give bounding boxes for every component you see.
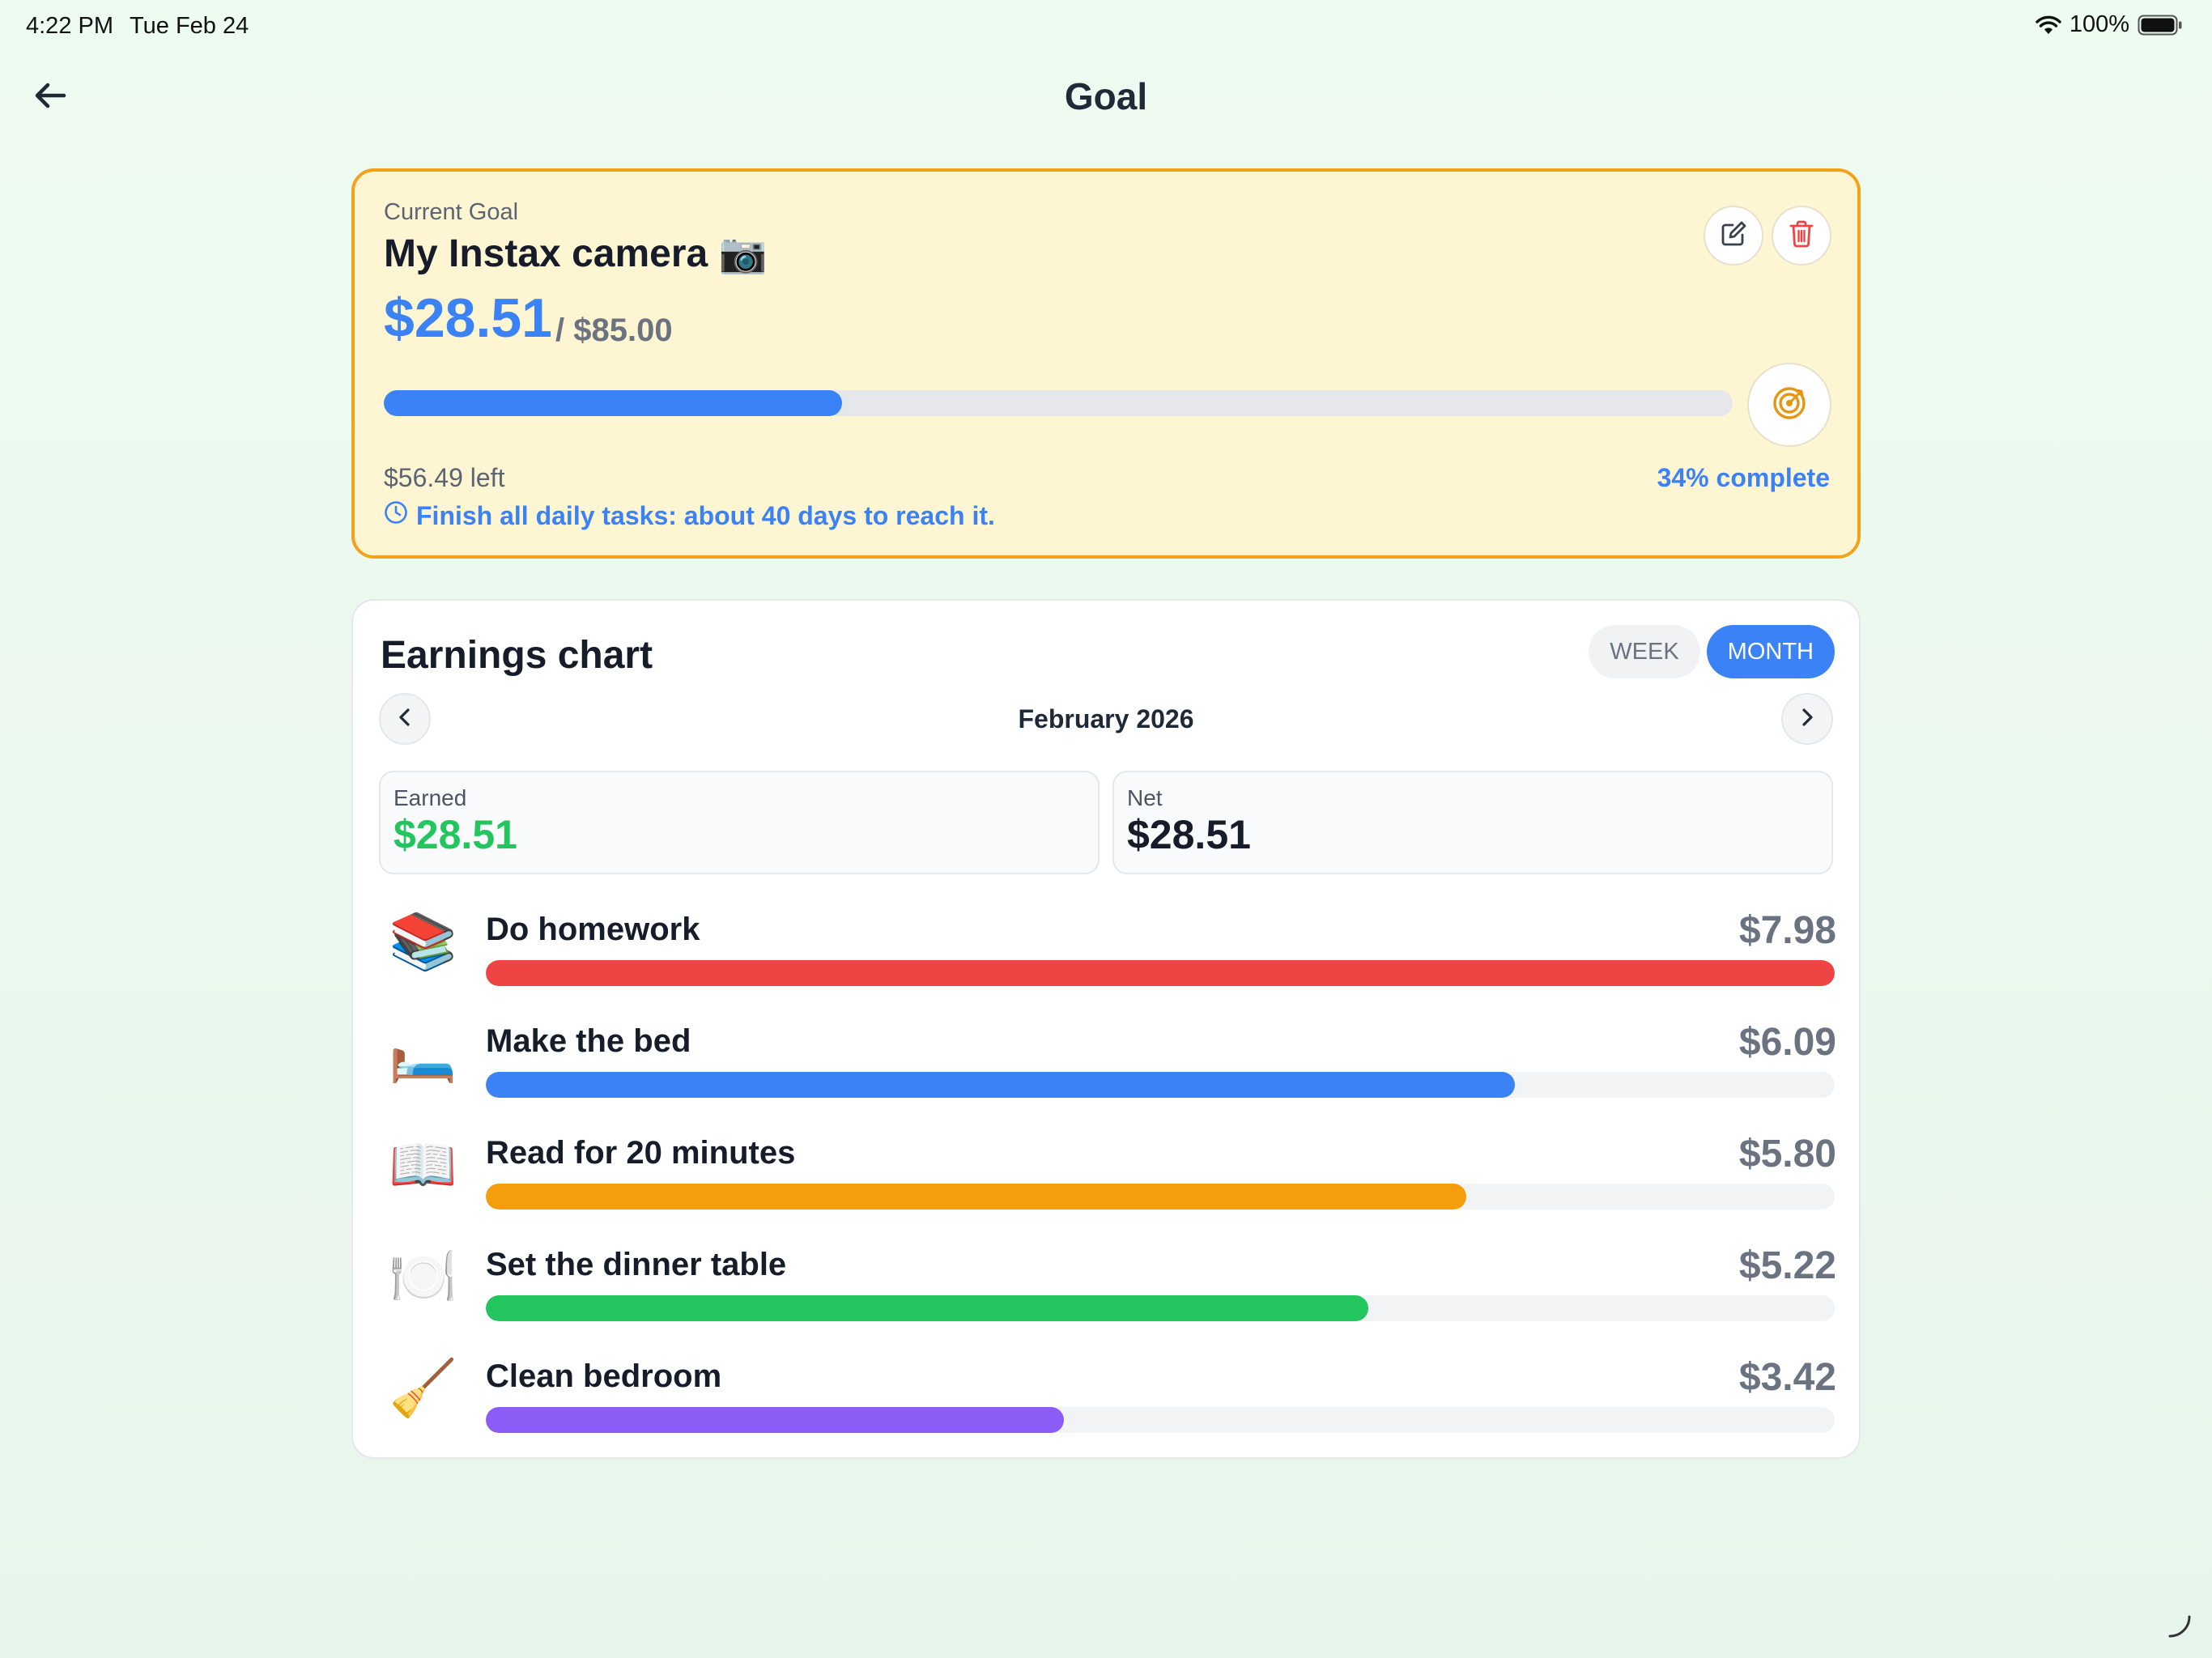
task-row-make-the-bed: 🛏️ Make the bed $6.09 — [379, 1005, 1836, 1103]
task-amount: $3.42 — [1738, 1356, 1836, 1399]
task-bar-fill — [486, 1072, 1516, 1098]
earned-label: Earned — [393, 785, 467, 810]
goal-estimate-text: Finish all daily tasks: about 40 days to… — [416, 500, 995, 530]
goal-target-amount: / $85.00 — [555, 312, 673, 348]
task-amount: $6.09 — [1738, 1021, 1836, 1064]
status-date: Tue Feb 24 — [130, 13, 249, 39]
net-stat: Net $28.51 — [1112, 771, 1833, 874]
target-icon — [1770, 384, 1809, 427]
chevron-right-icon — [1798, 707, 1816, 732]
goal-estimate: Finish all daily tasks: about 40 days to… — [384, 500, 995, 531]
task-bar-track — [486, 960, 1835, 986]
goal-label: Current Goal — [384, 199, 519, 225]
task-amount: $5.80 — [1738, 1133, 1836, 1175]
month-toggle-button[interactable]: MONTH — [1706, 625, 1835, 678]
net-value: $28.51 — [1127, 812, 1251, 857]
task-row-do-homework: 📚 Do homework $7.98 — [379, 894, 1836, 991]
status-time: 4:22 PM — [26, 13, 113, 39]
goal-percent-complete: 34% complete — [1657, 463, 1830, 492]
task-name: Read for 20 minutes — [486, 1135, 796, 1171]
net-label: Net — [1127, 785, 1163, 810]
books-icon: 📚 — [389, 910, 457, 974]
earnings-title: Earnings chart — [381, 634, 653, 677]
task-bar-track — [486, 1295, 1835, 1321]
earnings-chart-card: Earnings chart WEEK MONTH February 2026 … — [351, 599, 1861, 1459]
earned-value: $28.51 — [393, 812, 517, 857]
open-book-icon: 📖 — [389, 1133, 457, 1197]
goal-target-button[interactable] — [1747, 363, 1831, 447]
task-bar-fill — [486, 1184, 1466, 1209]
task-bar-track — [486, 1072, 1835, 1098]
trash-icon — [1788, 219, 1815, 253]
task-name: Do homework — [486, 912, 700, 947]
goal-remaining: $56.49 left — [384, 463, 505, 492]
task-row-set-the-dinner-table: 🍽️ Set the dinner table $5.22 — [379, 1229, 1836, 1326]
wifi-icon — [2035, 15, 2061, 36]
task-bar-fill — [486, 1407, 1064, 1433]
task-bar-fill — [486, 960, 1835, 986]
task-row-read-for-20-minutes: 📖 Read for 20 minutes $5.80 — [379, 1117, 1836, 1214]
clock-icon — [384, 500, 408, 531]
task-bar-track — [486, 1184, 1835, 1209]
status-indicators: 100% — [2035, 11, 2183, 38]
goal-progress-bar — [384, 390, 1733, 416]
earned-stat: Earned $28.51 — [379, 771, 1100, 874]
next-month-button[interactable] — [1781, 693, 1833, 745]
goal-progress-fill — [384, 390, 843, 416]
page-title: Goal — [1064, 75, 1148, 117]
goal-name: My Instax camera 📷 — [384, 232, 768, 275]
plate-cutlery-icon: 🍽️ — [389, 1245, 457, 1309]
status-bar: 4:22 PM Tue Feb 24 100% — [0, 0, 2212, 52]
broom-icon: 🧹 — [389, 1357, 457, 1421]
bed-icon: 🛏️ — [389, 1022, 457, 1086]
task-bar-track — [486, 1407, 1835, 1433]
edit-goal-button[interactable] — [1704, 206, 1763, 266]
edit-icon — [1719, 219, 1748, 253]
task-name: Set the dinner table — [486, 1247, 787, 1282]
task-amount: $5.22 — [1738, 1244, 1836, 1287]
current-goal-card: Current Goal My Instax camera 📷 $28.51 /… — [351, 168, 1861, 559]
period-toggle: WEEK MONTH — [1589, 625, 1835, 678]
week-toggle-button[interactable]: WEEK — [1589, 625, 1700, 678]
battery-icon — [2138, 15, 2183, 36]
delete-goal-button[interactable] — [1772, 206, 1831, 266]
task-row-clean-bedroom: 🧹 Clean bedroom $3.42 — [379, 1341, 1836, 1438]
resize-handle-icon[interactable] — [2167, 1613, 2193, 1643]
task-bar-fill — [486, 1295, 1368, 1321]
battery-percent: 100% — [2069, 11, 2129, 37]
month-label: February 2026 — [1018, 704, 1194, 733]
task-name: Clean bedroom — [486, 1358, 722, 1394]
goal-saved-amount: $28.51 — [384, 287, 552, 349]
task-amount: $7.98 — [1738, 909, 1836, 952]
task-name: Make the bed — [486, 1023, 691, 1059]
